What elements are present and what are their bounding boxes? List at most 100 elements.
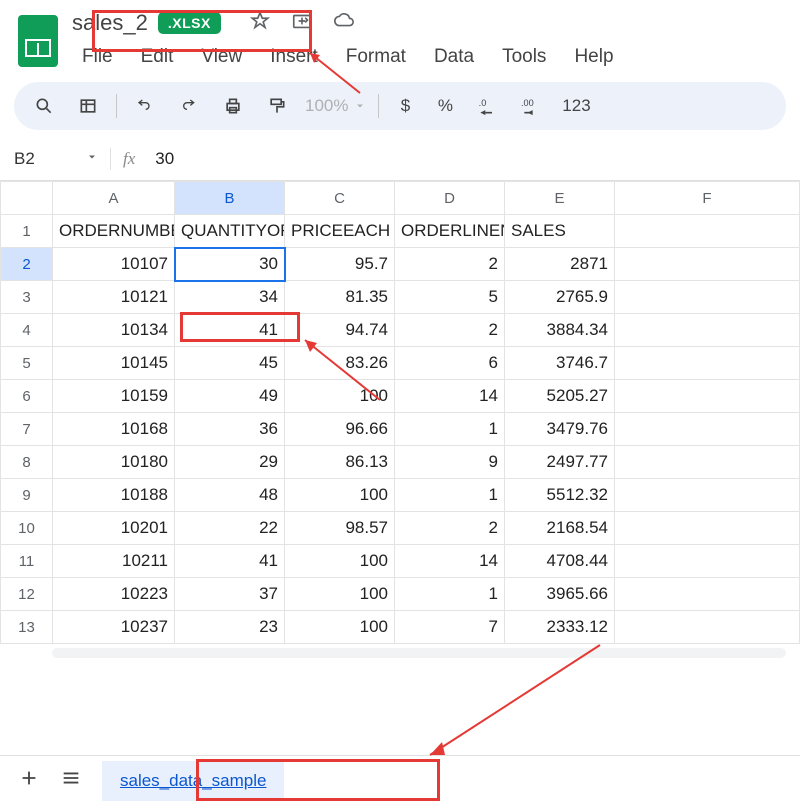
cell[interactable]: 10121	[53, 281, 175, 314]
cell[interactable]: 14	[395, 545, 505, 578]
row-header[interactable]: 10	[1, 512, 53, 545]
cell[interactable]: 23	[175, 611, 285, 644]
cell[interactable]	[615, 479, 800, 512]
cell[interactable]: 14	[395, 380, 505, 413]
cell[interactable]: 6	[395, 347, 505, 380]
cell[interactable]: 34	[175, 281, 285, 314]
cell[interactable]: 10134	[53, 314, 175, 347]
menu-view[interactable]: View	[187, 40, 256, 74]
cell[interactable]: 1	[395, 578, 505, 611]
cell[interactable]: 10145	[53, 347, 175, 380]
cell[interactable]	[615, 380, 800, 413]
cell[interactable]: 100	[285, 611, 395, 644]
cell[interactable]: 9	[395, 446, 505, 479]
cell[interactable]: 100	[285, 545, 395, 578]
star-icon[interactable]	[249, 10, 271, 37]
cell[interactable]: SALES	[505, 215, 615, 248]
cell[interactable]: PRICEEACH	[285, 215, 395, 248]
cell[interactable]: 36	[175, 413, 285, 446]
cell[interactable]: 1	[395, 413, 505, 446]
sheet-tab[interactable]: sales_data_sample	[102, 761, 284, 801]
active-cell[interactable]: 30	[175, 248, 285, 281]
cell[interactable]: 45	[175, 347, 285, 380]
increase-decimal-button[interactable]: .00	[515, 90, 547, 122]
col-header-b[interactable]: B	[175, 182, 285, 215]
cell[interactable]: 81.35	[285, 281, 395, 314]
cell[interactable]: 100	[285, 578, 395, 611]
row-header[interactable]: 8	[1, 446, 53, 479]
cell[interactable]: 4708.44	[505, 545, 615, 578]
cell[interactable]: 10188	[53, 479, 175, 512]
select-all-corner[interactable]	[1, 182, 53, 215]
cell[interactable]: 100	[285, 380, 395, 413]
cell[interactable]: 2	[395, 512, 505, 545]
cell[interactable]: 10159	[53, 380, 175, 413]
row-header[interactable]: 4	[1, 314, 53, 347]
row-header[interactable]: 9	[1, 479, 53, 512]
cell[interactable]: 83.26	[285, 347, 395, 380]
cell[interactable]: 37	[175, 578, 285, 611]
cell[interactable]: 5205.27	[505, 380, 615, 413]
cell[interactable]: 3965.66	[505, 578, 615, 611]
row-header[interactable]: 5	[1, 347, 53, 380]
cell[interactable]: ORDERLINENUMBER	[395, 215, 505, 248]
menu-data[interactable]: Data	[420, 40, 488, 74]
row-header[interactable]: 3	[1, 281, 53, 314]
row-header[interactable]: 12	[1, 578, 53, 611]
cell[interactable]: 3479.76	[505, 413, 615, 446]
cell[interactable]: 10211	[53, 545, 175, 578]
document-name[interactable]: sales_2	[68, 8, 152, 38]
cell[interactable]	[615, 578, 800, 611]
col-header-c[interactable]: C	[285, 182, 395, 215]
cell[interactable]: 29	[175, 446, 285, 479]
col-header-a[interactable]: A	[53, 182, 175, 215]
row-header[interactable]: 7	[1, 413, 53, 446]
decrease-decimal-button[interactable]: .0	[471, 90, 503, 122]
col-header-d[interactable]: D	[395, 182, 505, 215]
cell[interactable]: 2871	[505, 248, 615, 281]
cell[interactable]: 94.74	[285, 314, 395, 347]
row-header[interactable]: 1	[1, 215, 53, 248]
cell[interactable]: 41	[175, 545, 285, 578]
name-box[interactable]: B2	[14, 149, 74, 169]
cell[interactable]	[615, 347, 800, 380]
name-box-dropdown-icon[interactable]	[86, 150, 98, 168]
row-header[interactable]: 13	[1, 611, 53, 644]
cell[interactable]: 98.57	[285, 512, 395, 545]
cell[interactable]: 95.7	[285, 248, 395, 281]
formula-input[interactable]: 30	[155, 149, 174, 169]
spreadsheet-grid[interactable]: A B C D E F 1 ORDERNUMBER QUANTITYORDERE…	[0, 181, 800, 644]
percent-format-button[interactable]: %	[431, 96, 459, 116]
cell[interactable]	[615, 248, 800, 281]
cell[interactable]: 2168.54	[505, 512, 615, 545]
menu-help[interactable]: Help	[560, 40, 627, 74]
cell[interactable]: 100	[285, 479, 395, 512]
zoom-dropdown[interactable]: 100%	[305, 96, 366, 116]
cell[interactable]: 7	[395, 611, 505, 644]
cell[interactable]	[615, 413, 800, 446]
cell[interactable]: 3884.34	[505, 314, 615, 347]
cell[interactable]	[615, 215, 800, 248]
cell[interactable]: 10237	[53, 611, 175, 644]
undo-icon[interactable]	[129, 90, 161, 122]
cell[interactable]	[615, 512, 800, 545]
cell[interactable]: 96.66	[285, 413, 395, 446]
cell[interactable]: 86.13	[285, 446, 395, 479]
more-formats-button[interactable]: 123	[559, 96, 593, 116]
cell[interactable]	[615, 281, 800, 314]
cell[interactable]: 1	[395, 479, 505, 512]
row-header[interactable]: 11	[1, 545, 53, 578]
cell[interactable]: 2497.77	[505, 446, 615, 479]
currency-format-button[interactable]: $	[391, 96, 419, 116]
cloud-status-icon[interactable]	[333, 10, 355, 37]
paint-format-icon[interactable]	[261, 90, 293, 122]
col-header-f[interactable]: F	[615, 182, 800, 215]
cell[interactable]: 41	[175, 314, 285, 347]
cell[interactable]: ORDERNUMBER	[53, 215, 175, 248]
cell[interactable]: 48	[175, 479, 285, 512]
horizontal-scrollbar[interactable]	[52, 648, 786, 658]
cell[interactable]	[615, 314, 800, 347]
col-header-e[interactable]: E	[505, 182, 615, 215]
search-icon[interactable]	[28, 90, 60, 122]
row-header[interactable]: 2	[1, 248, 53, 281]
